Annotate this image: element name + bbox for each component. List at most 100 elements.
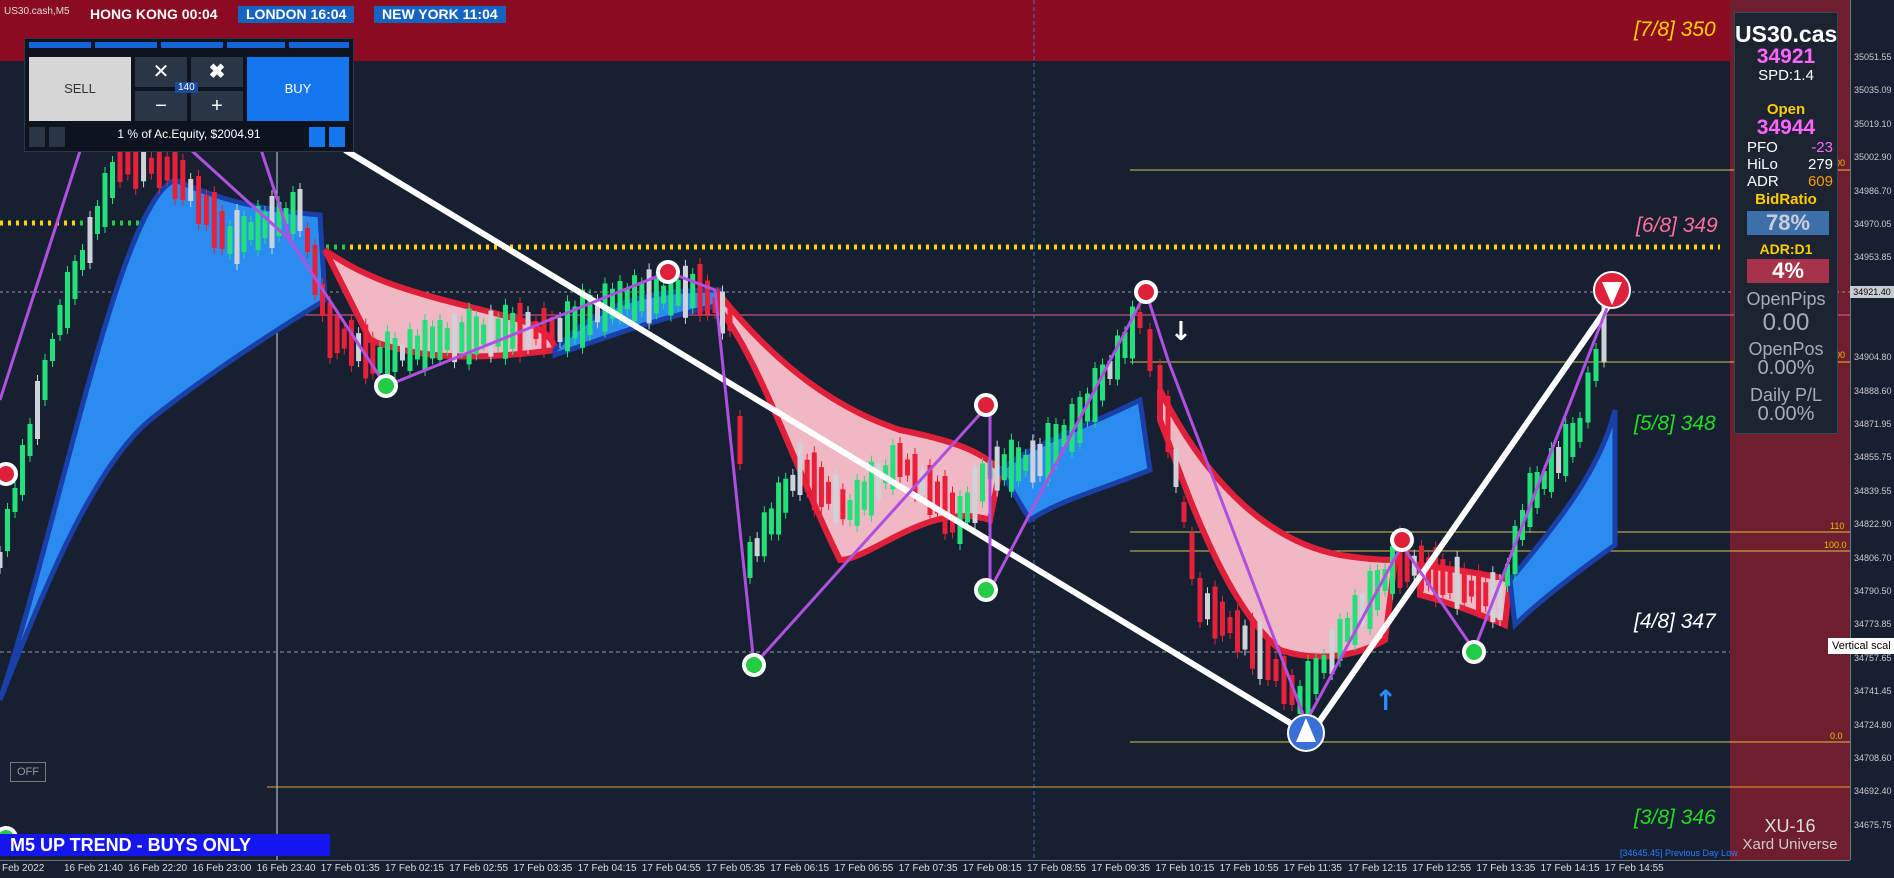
candle-body	[833, 474, 839, 523]
murrey-level-5-8: [5/8] 348	[1634, 412, 1716, 435]
candle-body	[697, 264, 703, 316]
bidratio-value: 78%	[1747, 211, 1829, 235]
price-tick: 34724.80	[1854, 719, 1892, 730]
candle-body	[0, 552, 3, 568]
vertical-scale-tooltip: Vertical scal	[1828, 638, 1894, 654]
candle-body	[502, 304, 508, 359]
price-tick: 34741.45	[1854, 686, 1892, 697]
candle-body	[341, 328, 347, 349]
candle-body	[1157, 365, 1163, 395]
close-all-icon[interactable]: ✖	[191, 57, 243, 87]
candle-body	[27, 424, 33, 456]
time-tick: 17 Feb 05:35	[706, 863, 765, 874]
candle-body	[682, 265, 688, 318]
buy-button[interactable]: BUY	[247, 57, 349, 121]
time-tick: 16 Feb 23:00	[192, 863, 252, 874]
candle-body	[334, 315, 340, 354]
candle-body	[430, 326, 435, 359]
time-tick: 17 Feb 12:55	[1412, 863, 1472, 874]
candle-body	[415, 335, 420, 360]
panel-tab[interactable]	[289, 42, 349, 48]
candle-body	[776, 482, 782, 535]
off-button[interactable]: OFF	[10, 762, 46, 782]
candle-body	[690, 273, 696, 308]
pivot-marker-dot	[378, 378, 394, 394]
time-tick: 17 Feb 07:35	[898, 863, 958, 874]
price-tick: 34855.75	[1854, 452, 1892, 463]
time-tick: 17 Feb 06:55	[834, 863, 894, 874]
pivot-marker-dot	[1466, 644, 1482, 660]
sell-button[interactable]: SELL	[29, 57, 131, 121]
info-adr-row: ADR 609	[1747, 173, 1833, 190]
candle-body	[1212, 586, 1218, 639]
panel-tab[interactable]	[95, 42, 157, 48]
clock-london: LONDON 16:04	[238, 6, 355, 23]
candle-body	[481, 324, 487, 345]
candle-body	[57, 305, 63, 335]
price-tick: 34888.60	[1854, 385, 1892, 396]
candle-body	[1390, 546, 1395, 594]
candle-body	[203, 195, 209, 225]
candle-body	[348, 319, 354, 366]
panel-tab[interactable]	[161, 42, 223, 48]
candle-body	[727, 309, 733, 331]
time-tick: 16 Feb 22:20	[128, 863, 188, 874]
lot-size-field[interactable]: 140	[175, 82, 198, 93]
time-tick: 16 Feb 21:40	[64, 863, 123, 874]
candle-body	[1137, 312, 1143, 328]
time-tick: 17 Feb 04:55	[641, 863, 701, 874]
candle-body	[1440, 559, 1446, 596]
candle-body	[639, 283, 645, 312]
candle-body	[1173, 449, 1179, 487]
time-tick: 17 Feb 08:55	[1027, 863, 1086, 874]
time-tick: 17 Feb 09:35	[1091, 863, 1151, 874]
fib-label-0: 0.0	[1830, 731, 1843, 741]
candle-body	[1273, 659, 1279, 681]
candle-body	[897, 443, 903, 477]
up-arrow-icon: ↑	[1374, 684, 1397, 717]
plus-button[interactable]: +	[191, 91, 243, 121]
candle-body	[1265, 640, 1271, 680]
minus-button[interactable]: −	[135, 91, 187, 121]
time-axis[interactable]: Feb 2022 16 Feb 21:40 16 Feb 22:20 16 Feb 2…	[0, 860, 1850, 878]
info-pfo-row: PFO -23	[1747, 139, 1833, 156]
price-tick: 35051.55	[1854, 52, 1892, 62]
candle-body	[1329, 630, 1335, 674]
candle-body	[1242, 625, 1248, 650]
candle-body	[1577, 418, 1583, 442]
time-tick: 16 Feb 23:40	[256, 863, 316, 874]
candle-body	[452, 314, 458, 363]
candle-body	[1585, 372, 1591, 423]
candle-body	[407, 329, 413, 371]
candle-body	[1257, 621, 1263, 679]
time-tick: 17 Feb 03:35	[513, 863, 573, 874]
candle-body	[234, 210, 240, 264]
candle-body	[1220, 601, 1225, 636]
price-axis[interactable]: 35051.55 35035.09 35019.10 35002.90 34986.70…	[1850, 0, 1894, 860]
candle-body	[675, 279, 681, 306]
price-tick: 34904.80	[1854, 352, 1892, 363]
info-hilo-row: HiLo 279	[1747, 156, 1833, 173]
fib-label-100: 100.0	[1824, 540, 1847, 550]
candle-body	[761, 512, 767, 557]
candle-body	[790, 474, 796, 491]
pfo-label: PFO	[1747, 139, 1778, 156]
candle-body	[965, 492, 970, 523]
candle-body	[1454, 556, 1460, 609]
candle-body	[653, 277, 659, 314]
candle-body	[1008, 439, 1014, 492]
pivot-marker-dot	[1138, 284, 1154, 300]
candle-body	[12, 488, 18, 512]
candle-body	[1016, 447, 1022, 482]
candle-body	[1227, 617, 1233, 633]
candle-body	[1461, 568, 1467, 603]
candle-body	[392, 338, 398, 372]
price-tick: 34806.70	[1854, 552, 1892, 563]
panel-tab[interactable]	[29, 42, 91, 48]
price-tick: 35019.10	[1854, 118, 1892, 129]
candle-body	[50, 339, 55, 361]
candle-body	[227, 226, 233, 254]
panel-tab[interactable]	[227, 42, 285, 48]
price-tick: 34757.65	[1854, 652, 1892, 663]
price-tick: 34790.50	[1854, 586, 1892, 596]
